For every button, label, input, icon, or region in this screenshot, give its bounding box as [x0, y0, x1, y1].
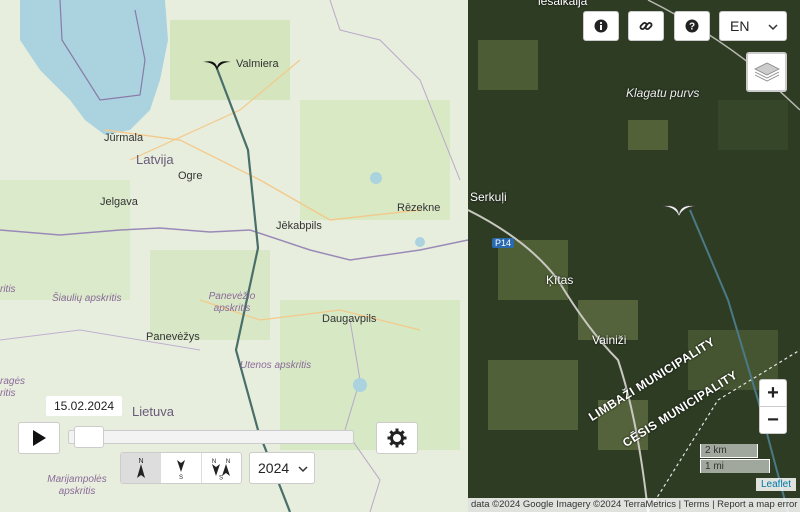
north-up-button[interactable]: N	[121, 453, 162, 483]
place-label: Vainiži	[592, 333, 627, 347]
zoom-in-button[interactable]: +	[759, 379, 787, 407]
year-select[interactable]: 2024	[249, 452, 315, 484]
road-badge: P14	[492, 238, 515, 248]
play-icon	[33, 430, 46, 446]
place-label: Jēkabpils	[276, 220, 322, 232]
map-orientation-group: N S N N S	[120, 452, 242, 484]
place-label: Rēzekne	[397, 202, 441, 214]
place-label: Ķītas	[546, 273, 574, 287]
place-label: Serkuļi	[470, 190, 507, 204]
language-select[interactable]: EN	[719, 11, 787, 41]
svg-text:N: N	[212, 459, 216, 465]
place-label: Panevėžys	[146, 331, 200, 343]
bird-marker-icon	[203, 61, 231, 70]
region-label: ritis	[0, 388, 16, 399]
leaflet-attribution-link[interactable]: Leaflet	[756, 478, 797, 491]
place-label: Jelgava	[100, 196, 138, 208]
country-label: Latvija	[136, 152, 174, 167]
svg-text:S: S	[219, 476, 223, 481]
language-value: EN	[730, 18, 750, 34]
svg-text:N: N	[138, 458, 143, 465]
chevron-down-icon	[768, 24, 778, 31]
country-label: Lietuva	[132, 404, 174, 419]
region-label: ragės	[0, 376, 26, 387]
place-label: iesalkalja	[538, 0, 588, 8]
heading-up-button[interactable]: N N S	[202, 453, 241, 483]
layers-icon	[753, 62, 780, 82]
place-label: Daugavpils	[322, 313, 377, 325]
help-icon: ?	[685, 19, 699, 33]
play-button[interactable]	[18, 422, 60, 454]
settings-button[interactable]	[376, 422, 418, 454]
region-label: Marijampolės apskritis	[47, 474, 107, 497]
gear-icon	[387, 428, 407, 448]
current-date-label: 15.02.2024	[46, 396, 123, 416]
chevron-down-icon	[298, 466, 308, 473]
scale-km: 2 km	[700, 444, 758, 458]
info-icon	[594, 19, 608, 33]
north-arrow-icon: N	[136, 458, 145, 478]
region-label: ritis	[0, 284, 16, 295]
scale-mi: 1 mi	[700, 459, 770, 473]
place-label: Klagatu purvs	[626, 86, 700, 100]
region-label: Panevėžio apskritis	[208, 291, 256, 314]
bird-marker-icon	[662, 205, 696, 217]
link-icon	[639, 22, 653, 30]
zoom-out-button[interactable]: −	[759, 406, 787, 434]
year-value: 2024	[258, 460, 290, 476]
dual-compass-icon: N N S	[212, 459, 230, 481]
map-attribution: data ©2024 Google Imagery ©2024 TerraMet…	[468, 498, 800, 512]
svg-text:?: ?	[689, 22, 695, 33]
timeline-slider-handle[interactable]	[74, 426, 105, 448]
place-label: Valmiera	[236, 58, 279, 70]
info-button[interactable]	[583, 11, 619, 41]
help-button[interactable]: ?	[674, 11, 710, 41]
region-label: Šiaulių apskritis	[52, 293, 122, 304]
region-label: Utenos apskritis	[240, 360, 312, 371]
layers-button[interactable]	[746, 52, 787, 92]
timeline-slider[interactable]	[68, 426, 354, 448]
rotated-compass-icon: S	[176, 460, 185, 480]
share-link-button[interactable]	[628, 11, 664, 41]
svg-text:N: N	[226, 459, 230, 465]
svg-text:S: S	[179, 475, 183, 480]
place-label: Ogre	[178, 170, 203, 182]
place-label: Jūrmala	[104, 132, 144, 144]
gulf-of-riga	[20, 0, 168, 135]
south-up-button[interactable]: S	[161, 453, 202, 483]
